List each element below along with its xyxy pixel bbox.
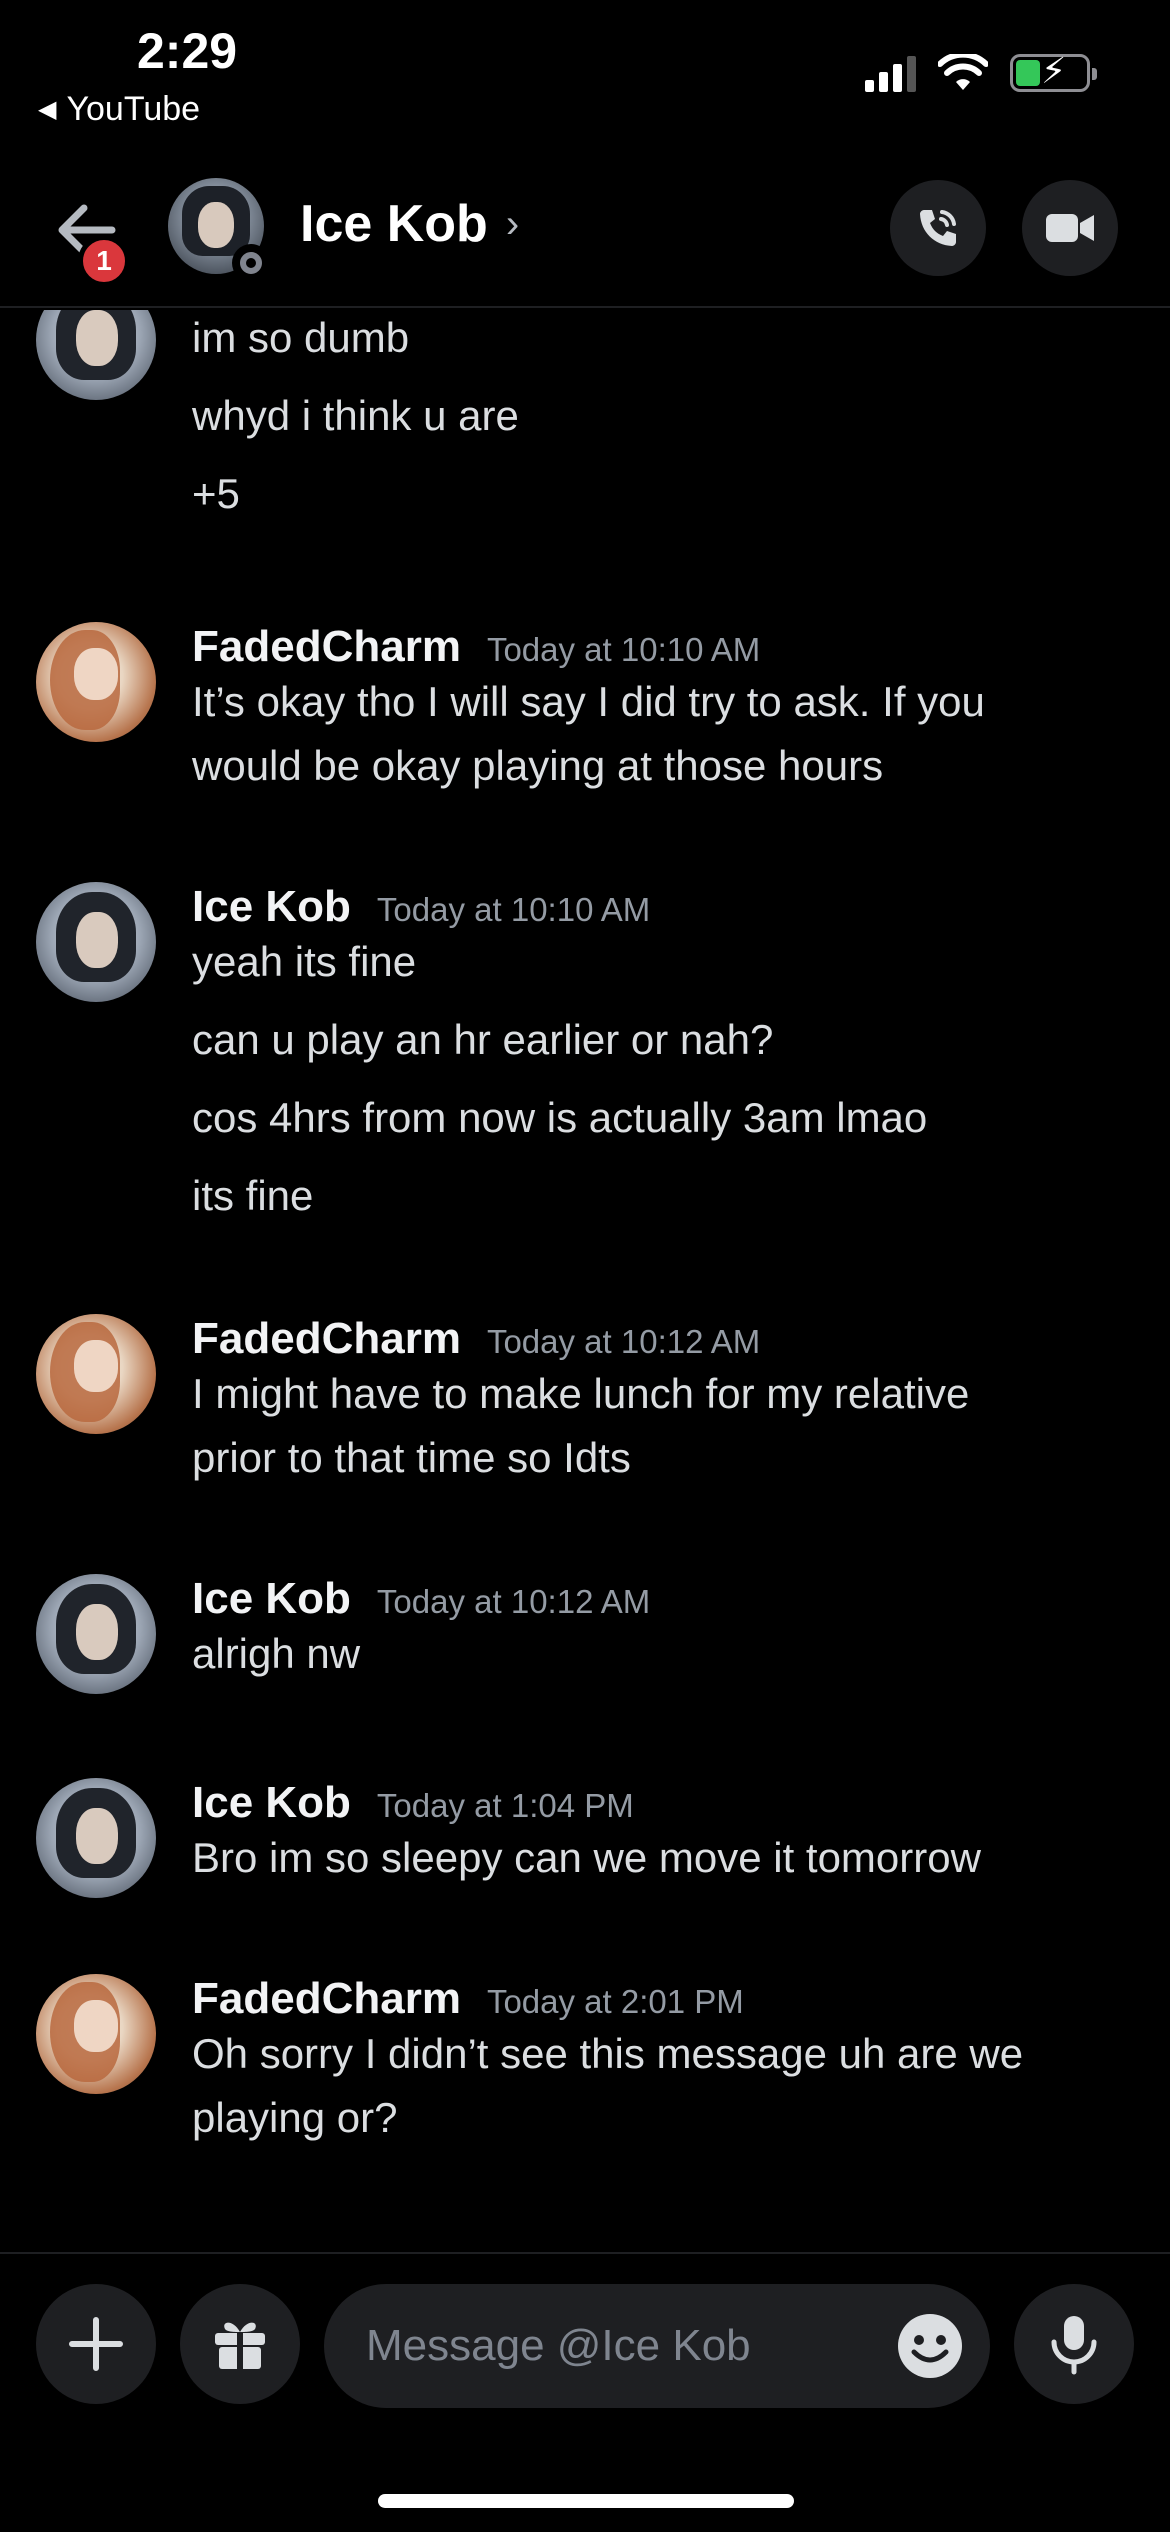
message-input[interactable] xyxy=(366,2284,886,2408)
author-avatar[interactable] xyxy=(36,1574,156,1694)
battery-icon: ⚡ xyxy=(1010,50,1097,92)
chevron-right-icon: › xyxy=(505,201,520,246)
message-text: cos 4hrs from now is actually 3am lmao xyxy=(192,1094,928,1141)
back-triangle-icon: ◀ xyxy=(38,96,57,123)
author-avatar[interactable] xyxy=(36,310,156,400)
message-timestamp: Today at 1:04 PM xyxy=(376,1787,634,1824)
author-avatar[interactable] xyxy=(36,882,156,1002)
author-avatar[interactable] xyxy=(36,1314,156,1434)
message-text: can u play an hr earlier or nah? xyxy=(192,1016,774,1063)
message-header: FadedCharm Today at 10:12 AM xyxy=(192,1314,760,1364)
message-text: yeah its fine xyxy=(192,938,417,985)
message-text: It’s okay tho I will say I did try to as… xyxy=(192,678,985,725)
message-lines: I might have to make lunch for my relati… xyxy=(192,1362,1092,1504)
message-text: +5 xyxy=(192,470,240,517)
status-icons: ⚡ xyxy=(865,50,1097,92)
message-header: Ice Kob Today at 10:12 AM xyxy=(192,1574,650,1624)
message-lines: im so dumb whyd i think u are +5 xyxy=(192,310,1092,540)
message-text: would be okay playing at those hours xyxy=(192,742,884,789)
plus-icon xyxy=(69,2317,123,2371)
gift-button[interactable] xyxy=(180,2284,300,2404)
home-indicator[interactable] xyxy=(378,2494,794,2508)
message-text: I might have to make lunch for my relati… xyxy=(192,1370,970,1417)
author-name[interactable]: Ice Kob xyxy=(192,1778,351,1828)
message-header: Ice Kob Today at 1:04 PM xyxy=(192,1778,634,1828)
wifi-icon xyxy=(938,54,988,90)
message-timestamp: Today at 2:01 PM xyxy=(486,1983,744,2020)
message-input-field[interactable] xyxy=(324,2284,990,2408)
message-timestamp: Today at 10:12 AM xyxy=(486,1323,761,1360)
video-call-button[interactable] xyxy=(1022,180,1118,276)
message-timestamp: Today at 10:10 AM xyxy=(486,631,761,668)
message-text: prior to that time so Idts xyxy=(192,1434,631,1481)
author-name[interactable]: FadedCharm xyxy=(192,1314,461,1364)
message-text: Bro im so sleepy can we move it tomorrow xyxy=(192,1834,981,1881)
message-header: FadedCharm Today at 2:01 PM xyxy=(192,1974,744,2024)
message-header: FadedCharm Today at 10:10 AM xyxy=(192,622,760,672)
message-header: Ice Kob Today at 10:10 AM xyxy=(192,882,650,932)
message-text: playing or? xyxy=(192,2094,398,2141)
message-text: alrigh nw xyxy=(192,1630,361,1677)
message-composer xyxy=(0,2252,1170,2432)
emoji-button[interactable] xyxy=(894,2310,966,2382)
message-lines: It’s okay tho I will say I did try to as… xyxy=(192,670,1092,812)
phone-call-icon xyxy=(920,210,956,246)
author-avatar[interactable] xyxy=(36,622,156,742)
message-timestamp: Today at 10:12 AM xyxy=(376,1583,651,1620)
video-camera-icon xyxy=(1046,214,1094,242)
author-name[interactable]: Ice Kob xyxy=(192,1574,351,1624)
microphone-icon xyxy=(1051,2316,1097,2375)
message-lines: yeah its fine can u play an hr earlier o… xyxy=(192,930,1092,1242)
message-text: Oh sorry I didn’t see this message uh ar… xyxy=(192,2030,1024,2077)
message-text: whyd i think u are xyxy=(192,392,519,439)
message-list[interactable]: im so dumb whyd i think u are +5 FadedCh… xyxy=(0,310,1170,2250)
contact-name: Ice Kob xyxy=(300,195,488,253)
voice-call-button[interactable] xyxy=(890,180,986,276)
author-avatar[interactable] xyxy=(36,1778,156,1898)
message-lines: alrigh nw xyxy=(192,1622,1092,1700)
charging-bolt-icon: ⚡ xyxy=(1041,50,1067,91)
emoji-smile-icon xyxy=(898,2314,962,2378)
back-app-label: YouTube xyxy=(66,90,201,128)
message-text: its fine xyxy=(192,1172,314,1219)
back-to-app-link[interactable]: ◀ YouTube xyxy=(38,90,200,129)
unread-badge: 1 xyxy=(78,235,130,287)
message-timestamp: Today at 10:10 AM xyxy=(376,891,651,928)
message-text: im so dumb xyxy=(192,314,410,361)
author-avatar[interactable] xyxy=(36,1974,156,2094)
offline-status-icon xyxy=(232,244,270,282)
author-name[interactable]: FadedCharm xyxy=(192,1974,461,2024)
message-lines: Oh sorry I didn’t see this message uh ar… xyxy=(192,2022,1092,2164)
dm-header: 1 Ice Kob › xyxy=(0,150,1170,308)
message-lines: Bro im so sleepy can we move it tomorrow xyxy=(192,1826,1092,1904)
status-time: 2:29 xyxy=(137,23,238,79)
author-name[interactable]: FadedCharm xyxy=(192,622,461,672)
cellular-signal-icon xyxy=(865,54,916,92)
status-bar: 2:29 ◀ YouTube ⚡ xyxy=(0,0,1170,150)
attach-button[interactable] xyxy=(36,2284,156,2404)
voice-message-button[interactable] xyxy=(1014,2284,1134,2404)
gift-icon xyxy=(215,2322,265,2369)
author-name[interactable]: Ice Kob xyxy=(192,882,351,932)
contact-name-button[interactable]: Ice Kob › xyxy=(300,194,519,254)
